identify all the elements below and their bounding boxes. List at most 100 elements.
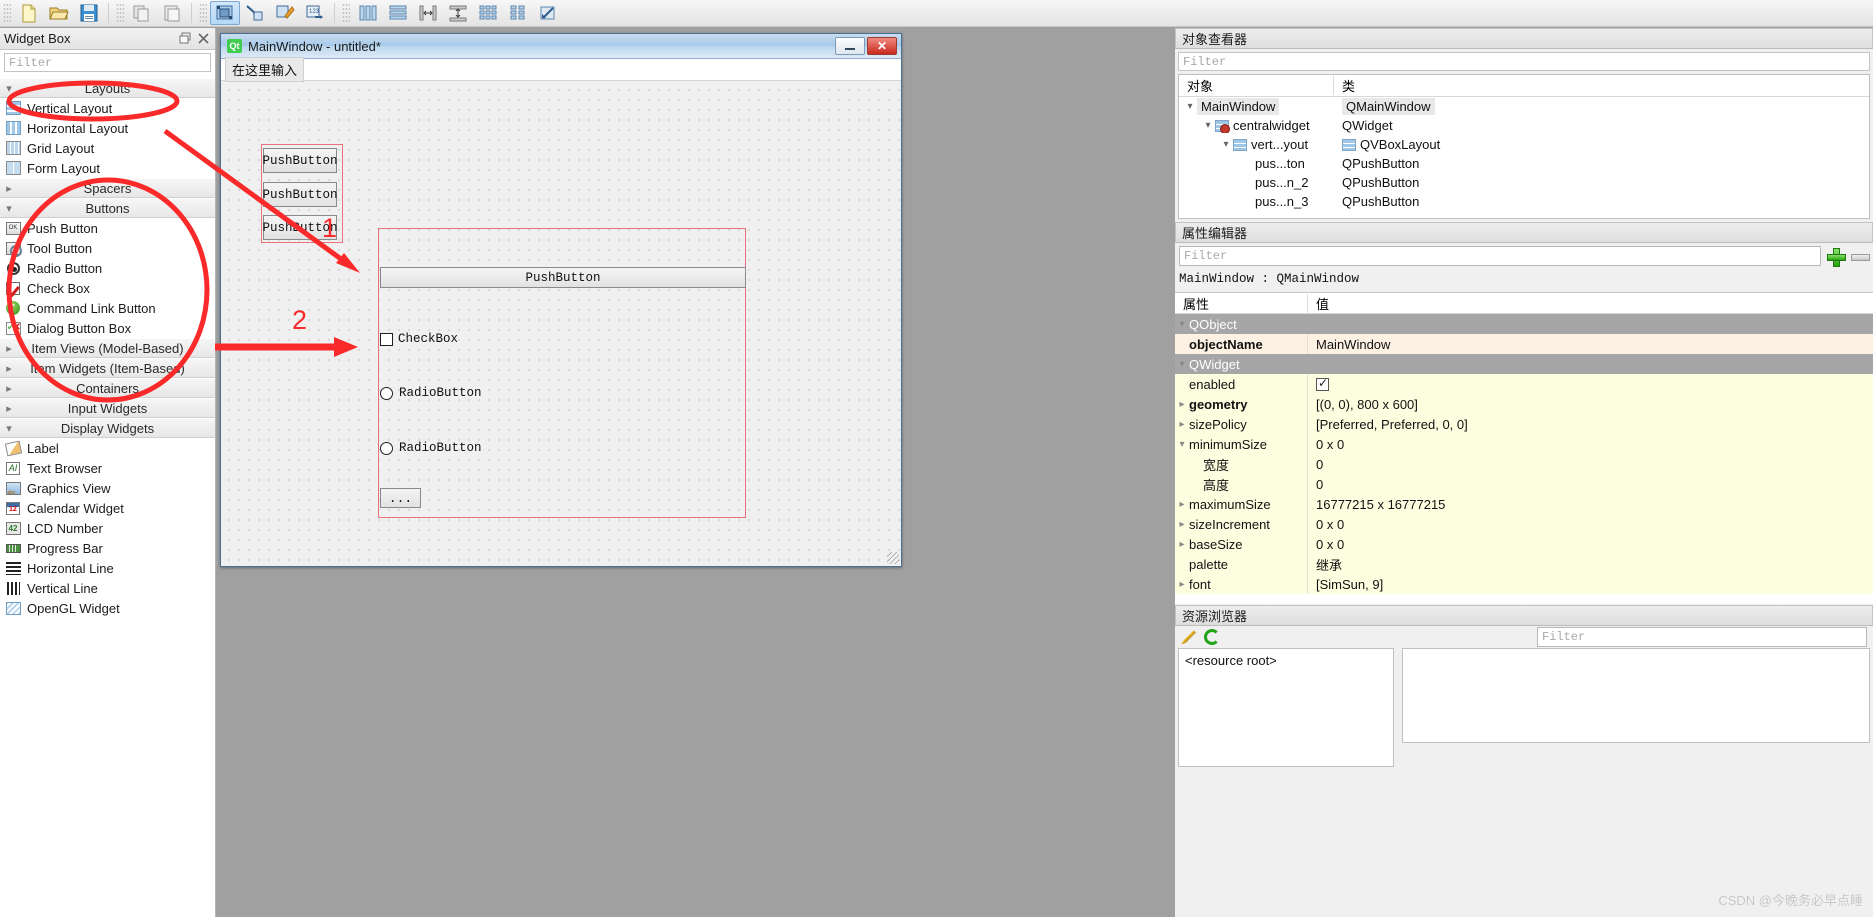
property-value[interactable]: 0 [1308,454,1873,474]
widget-box-category-item-widgets[interactable]: ▸ Item Widgets (Item-Based) [0,358,215,378]
object-tree-row-centralwidget[interactable]: ▾ centralwidget QWidget [1179,116,1869,135]
layout-form-icon[interactable] [503,1,533,25]
chevron-down-icon[interactable]: ▾ [1175,359,1189,370]
property-row-basesize[interactable]: ▸ baseSize 0 x 0 [1175,534,1873,554]
chevron-right-icon[interactable]: ▸ [1175,519,1189,530]
widget-item-vertical-layout[interactable]: Vertical Layout [0,98,215,118]
widget-item-horizontal-line[interactable]: Horizontal Line [0,558,215,578]
toolbar-drag-handle-4[interactable] [342,3,350,23]
form-central-widget[interactable]: PushButton PushButton PushButton PushBut… [221,82,901,566]
widget-item-progress-bar[interactable]: Progress Bar [0,538,215,558]
property-row-minimum-height[interactable]: 高度 0 [1175,474,1873,494]
check-box-indicator[interactable] [380,332,393,346]
widget-item-command-link-button[interactable]: Command Link Button [0,298,215,318]
object-tree-row-pushbutton-2[interactable]: pus...n_2 QPushButton [1179,173,1869,192]
chevron-down-icon[interactable]: ▾ [1219,139,1233,150]
resource-preview[interactable] [1394,648,1870,767]
property-table[interactable]: 属性 值 ▾ QObject objectName MainWindow ▾ QWi… [1175,292,1873,604]
widget-item-radio-button[interactable]: Radio Button [0,258,215,278]
property-row-enabled[interactable]: enabled [1175,374,1873,394]
edit-tab-order-icon[interactable]: 123 [300,1,330,25]
remove-property-icon[interactable] [1850,247,1870,266]
property-row-minimum-width[interactable]: 宽度 0 [1175,454,1873,474]
toolbar-drag-handle-3[interactable] [199,3,207,23]
edit-resources-icon[interactable] [1181,630,1196,645]
property-row-minimumsize[interactable]: ▾ minimumSize 0 x 0 [1175,434,1873,454]
widget-item-label[interactable]: Label [0,438,215,458]
toolbar-drag-handle-2[interactable] [116,3,124,23]
layout-splitter-horizontal-icon[interactable] [413,1,443,25]
radio-button-indicator[interactable] [380,386,393,400]
layout-splitter-vertical-icon[interactable] [443,1,473,25]
object-tree-row-mainwindow[interactable]: ▾ MainWindow QMainWindow [1179,97,1869,116]
form-check-box[interactable]: CheckBox [380,332,458,346]
property-group-qobject[interactable]: ▾ QObject [1175,314,1873,334]
reload-icon[interactable] [1204,629,1220,645]
object-inspector-filter-input[interactable]: Filter [1178,52,1870,71]
widget-box-list[interactable]: ▾ Layouts Vertical Layout Horizontal Lay… [0,78,215,917]
property-row-objectname[interactable]: objectName MainWindow [1175,334,1873,354]
widget-item-grid-layout[interactable]: Grid Layout [0,138,215,158]
object-tree-row-vertical-layout[interactable]: ▾ vert...yout QVBoxLayout [1179,135,1869,154]
edit-buddies-icon[interactable] [270,1,300,25]
widget-box-category-spacers[interactable]: ▸ Spacers [0,178,215,198]
widget-item-check-box[interactable]: Check Box [0,278,215,298]
chevron-right-icon[interactable]: ▸ [1175,539,1189,550]
laid-out-push-button-1[interactable]: PushButton [263,148,338,173]
enabled-checkbox[interactable] [1316,376,1329,391]
property-group-qwidget[interactable]: ▾ QWidget [1175,354,1873,374]
radio-button-indicator[interactable] [380,441,393,455]
object-tree[interactable]: 对象 类 ▾ MainWindow QMainWindow ▾ centralw… [1178,74,1870,219]
laid-out-push-button-2[interactable]: PushButton [263,182,338,207]
property-value[interactable]: 继承 [1308,554,1873,574]
form-radio-button-2[interactable]: RadioButton [380,441,482,455]
chevron-down-icon[interactable]: ▾ [1175,319,1189,330]
widget-item-text-browser[interactable]: AI Text Browser [0,458,215,478]
form-size-grip[interactable] [887,552,899,564]
design-canvas[interactable]: Qt MainWindow - untitled* ✕ 在这里输入 PushBu… [216,28,1174,917]
add-property-icon[interactable] [1826,247,1846,267]
widget-box-category-containers[interactable]: ▸ Containers [0,378,215,398]
open-file-icon[interactable] [44,1,74,25]
form-push-button[interactable]: PushButton [380,267,746,288]
layout-vertically-icon[interactable] [383,1,413,25]
form-menu-bar[interactable]: 在这里输入 [221,57,901,82]
copy-icon[interactable] [127,1,157,25]
menu-placeholder-item[interactable]: 在这里输入 [225,57,305,82]
widget-box-category-buttons[interactable]: ▾ Buttons [0,198,215,218]
form-window-title-bar[interactable]: Qt MainWindow - untitled* ✕ [221,34,901,59]
minimize-button[interactable] [835,37,865,55]
widget-box-category-layouts[interactable]: ▾ Layouts [0,78,215,98]
resource-preview-area[interactable] [1402,648,1870,743]
widget-box-category-display-widgets[interactable]: ▾ Display Widgets [0,418,215,438]
property-value[interactable]: 16777215 x 16777215 [1308,494,1873,514]
save-file-icon[interactable] [74,1,104,25]
property-value[interactable]: [SimSun, 9] [1308,574,1873,594]
widget-item-opengl-widget[interactable]: OpenGL Widget [0,598,215,618]
resource-tree[interactable]: <resource root> [1178,648,1394,767]
property-value[interactable]: 0 [1308,474,1873,494]
property-filter-input[interactable]: Filter [1179,246,1821,266]
widget-item-horizontal-layout[interactable]: Horizontal Layout [0,118,215,138]
property-value[interactable]: 0 x 0 [1308,434,1873,454]
property-value[interactable]: [(0, 0), 800 x 600] [1308,394,1873,414]
widget-box-category-item-views[interactable]: ▸ Item Views (Model-Based) [0,338,215,358]
float-icon[interactable] [179,32,193,46]
object-tree-row-pushbutton-3[interactable]: pus...n_3 QPushButton [1179,192,1869,211]
widget-item-form-layout[interactable]: Form Layout [0,158,215,178]
paste-icon[interactable] [157,1,187,25]
layout-grid-icon[interactable] [473,1,503,25]
toolbar-drag-handle[interactable] [3,3,11,23]
edit-signals-slots-icon[interactable] [240,1,270,25]
property-value[interactable]: [Preferred, Preferred, 0, 0] [1308,414,1873,434]
layout-horizontally-icon[interactable] [353,1,383,25]
widget-box-category-input-widgets[interactable]: ▸ Input Widgets [0,398,215,418]
chevron-right-icon[interactable]: ▸ [1175,499,1189,510]
chevron-down-icon[interactable]: ▾ [1201,120,1215,131]
form-dialog-button[interactable]: ... [380,488,421,508]
edit-widgets-icon[interactable] [210,1,240,25]
property-row-geometry[interactable]: ▸ geometry [(0, 0), 800 x 600] [1175,394,1873,414]
chevron-right-icon[interactable]: ▸ [1175,419,1189,430]
widget-box-filter-input[interactable]: Filter [4,53,211,72]
form-window[interactable]: Qt MainWindow - untitled* ✕ 在这里输入 PushBu… [220,33,902,567]
